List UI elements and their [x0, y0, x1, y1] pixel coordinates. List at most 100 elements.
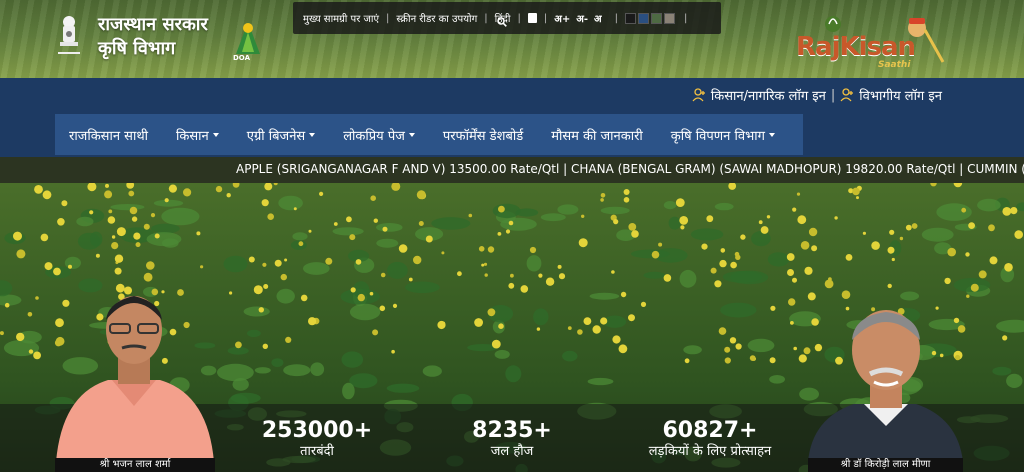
theme-swatch-1[interactable] [625, 12, 637, 24]
mustard-flower [497, 232, 502, 236]
search-icon[interactable] [497, 17, 507, 27]
mustard-flower [749, 355, 756, 361]
mustard-flower [146, 261, 155, 270]
citizen-login-link[interactable]: किसान/नागरिक लॉग इन [711, 86, 826, 104]
leaf-shape [349, 303, 381, 321]
mustard-flower [578, 238, 588, 248]
leaf-shape [1006, 373, 1023, 388]
department-title[interactable]: राजस्थान सरकार कृषि विभाग [98, 13, 208, 61]
leaf-shape [494, 349, 510, 359]
mustard-flower [790, 321, 794, 325]
mustard-flower [719, 259, 727, 268]
leaf-shape [292, 232, 308, 241]
mustard-flower [887, 246, 895, 254]
mustard-flower [797, 215, 807, 225]
leaf-shape [230, 392, 261, 404]
mustard-flower [845, 254, 853, 261]
mustard-flower [16, 249, 26, 259]
mustard-flower [658, 242, 663, 247]
menu-item-popular-pages[interactable]: लोकप्रिय पेज [329, 114, 429, 155]
font-normal-button[interactable]: अ [594, 11, 602, 25]
leaf-shape [589, 292, 620, 300]
mustard-flower [808, 227, 818, 237]
mustard-flower [529, 246, 537, 254]
mustard-flower [35, 296, 39, 300]
mustard-flower [631, 230, 639, 238]
mustard-flower [232, 183, 240, 188]
mustard-flower [61, 200, 68, 207]
mustard-flower [792, 207, 797, 212]
mustard-flower [770, 305, 776, 311]
mustard-flower [760, 226, 769, 234]
leaf-shape [90, 231, 103, 247]
leaf-shape [217, 363, 254, 382]
menu-item-kisan[interactable]: किसान [162, 114, 233, 155]
leaf-shape [505, 365, 522, 383]
mustard-flower [308, 317, 317, 326]
department-login-link[interactable]: विभागीय लॉग इन [859, 86, 942, 104]
leaf-shape [310, 362, 325, 376]
menu-item-rajkisan-saathi[interactable]: राजकिसान साथी [55, 114, 162, 155]
mustard-flower [852, 187, 860, 196]
leaf-shape [921, 227, 954, 242]
right-portrait-caption: श्री डॉ किरोड़ी लाल मीणा [808, 458, 963, 472]
menu-item-agri-marketing[interactable]: कृषि विपणन विभाग [657, 114, 789, 155]
stat-label: जल हौज [490, 444, 534, 459]
rajkisan-logo-text: RajKisan [796, 32, 916, 62]
mustard-flower [4, 302, 10, 308]
menu-item-agri-business[interactable]: एग्री बिजनेस [233, 114, 329, 155]
screen-reader-link[interactable]: स्क्रीन रीडर का उपयोग [396, 11, 477, 25]
mustard-flower [899, 236, 904, 241]
page: राजस्थान सरकार कृषि विभाग DOA मुख्य सामग… [0, 0, 1024, 472]
mustard-flower [392, 303, 398, 308]
theme-swatch-4[interactable] [664, 12, 676, 24]
leaf-shape [0, 280, 13, 297]
mustard-flower [581, 214, 585, 218]
ticker-text[interactable]: APPLE (SRIGANGANAGAR F AND V) 13500.00 R… [236, 162, 1024, 176]
mustard-flower [274, 259, 282, 267]
mustard-flower [319, 191, 324, 196]
theme-swatch-2[interactable] [638, 12, 650, 24]
mustard-flower [710, 267, 717, 274]
mustard-flower [229, 291, 233, 295]
login-links: किसान/नागरिक लॉग इन | विभागीय लॉग इन [692, 86, 942, 104]
theme-swatch-3[interactable] [651, 12, 663, 24]
menu-item-performance-dashboard[interactable]: परफॉर्मेंस डेशबोर्ड [429, 114, 537, 155]
agriculture-minister-portrait [808, 310, 963, 462]
leaf-shape [342, 382, 355, 400]
mustard-flower [651, 250, 660, 259]
mustard-flower [871, 241, 880, 250]
mustard-flower [425, 235, 433, 243]
leaf-shape [387, 261, 408, 279]
book-icon[interactable] [527, 13, 537, 23]
mustard-flower [154, 233, 160, 239]
mustard-flower [418, 221, 424, 226]
mustard-flower [557, 264, 562, 269]
mustard-flower [834, 216, 838, 220]
mustard-flower [95, 253, 100, 258]
mustard-flower [285, 336, 292, 343]
mustard-flower [510, 273, 514, 278]
font-decrease-button[interactable]: अ- [576, 11, 588, 25]
mustard-flower [105, 183, 109, 188]
chief-minister-portrait [56, 296, 214, 462]
mustard-flower [623, 189, 630, 195]
mustard-flower [735, 343, 742, 350]
mustard-flower [487, 308, 496, 317]
stat-value: 8235+ [472, 418, 552, 443]
mustard-flower [961, 207, 967, 213]
font-increase-button[interactable]: अ+ [554, 11, 570, 25]
mustard-flower [133, 232, 141, 240]
leaf-shape [349, 373, 378, 389]
mustard-flower [728, 183, 737, 190]
mustard-flower [545, 277, 555, 286]
mustard-flower [391, 183, 401, 191]
mustard-flower [372, 329, 379, 336]
menu-item-weather[interactable]: मौसम की जानकारी [537, 114, 657, 155]
accessibility-bar: मुख्य सामग्री पर जाएं | स्क्रीन रीडर का … [293, 2, 721, 34]
skip-to-main-link[interactable]: मुख्य सामग्री पर जाएं [303, 11, 379, 25]
mustard-flower [577, 329, 583, 335]
mustard-flower [758, 220, 763, 225]
leaf-shape [683, 345, 702, 355]
mustard-flower [248, 256, 255, 263]
